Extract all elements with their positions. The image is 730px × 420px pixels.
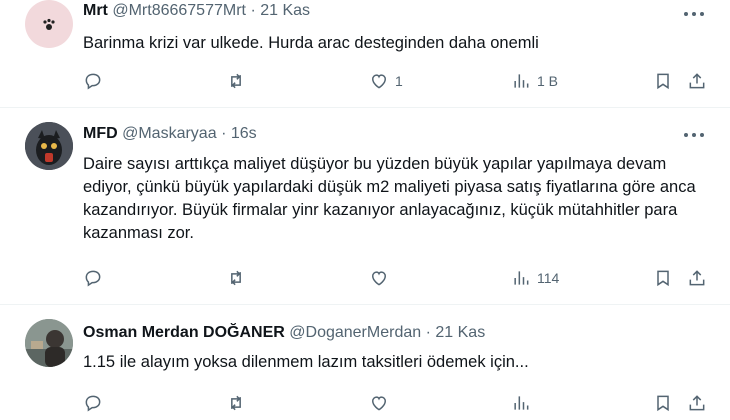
view-count: 114	[537, 270, 560, 286]
heart-icon	[371, 74, 387, 89]
share-button[interactable]	[687, 392, 707, 414]
action-bar: 1 1 B	[83, 70, 705, 92]
action-bar: 114	[83, 267, 705, 289]
reply-button[interactable]	[83, 70, 109, 92]
creature-avatar-image	[25, 122, 73, 170]
share-icon	[689, 73, 705, 89]
reply-icon	[85, 73, 101, 90]
bookmark-button[interactable]	[653, 392, 673, 414]
avatar[interactable]	[25, 319, 73, 367]
retweet-icon	[231, 73, 241, 89]
tweet[interactable]: Mrt @Mrt86667577Mrt · 21 Kas Barinma kri…	[0, 0, 730, 108]
display-name[interactable]: Mrt	[83, 2, 108, 19]
like-button[interactable]	[369, 392, 395, 414]
separator-dot: ·	[221, 125, 227, 142]
retweet-button[interactable]	[226, 70, 252, 92]
tweet-text: Daire sayısı arttıkça maliyet düşüyor bu…	[83, 155, 696, 242]
avatar[interactable]	[25, 122, 73, 170]
heart-icon	[371, 396, 387, 411]
user-handle[interactable]: @DoganerMerdan	[289, 324, 421, 341]
tweet-text: Barinma krizi var ulkede. Hurda arac des…	[83, 34, 539, 52]
tweet-text: 1.15 ile alayım yoksa dilenmem lazım tak…	[83, 353, 529, 371]
views-icon	[514, 271, 529, 285]
retweet-button[interactable]	[226, 267, 252, 289]
view-count: 1 B	[537, 73, 559, 89]
share-button[interactable]	[687, 70, 707, 92]
retweet-icon	[231, 270, 241, 286]
user-handle[interactable]: @Maskaryaa	[122, 125, 217, 142]
reply-icon	[85, 270, 101, 287]
display-name[interactable]: Osman Merdan DOĞANER	[83, 324, 285, 341]
avatar[interactable]	[25, 0, 73, 48]
reply-icon	[85, 395, 101, 412]
separator-dot: ·	[425, 324, 431, 341]
views-icon	[514, 74, 529, 88]
share-icon	[689, 270, 705, 286]
like-button[interactable]: 1	[369, 70, 403, 92]
heart-icon	[371, 271, 387, 286]
views-button[interactable]: 114	[511, 267, 559, 289]
retweet-button[interactable]	[226, 392, 252, 414]
reply-button[interactable]	[83, 267, 109, 289]
share-button[interactable]	[687, 267, 707, 289]
tweet[interactable]: MFD @Maskaryaa · 16s Daire sayısı arttık…	[0, 108, 730, 305]
like-count: 1	[395, 73, 403, 89]
bookmark-icon	[657, 395, 669, 412]
retweet-icon	[231, 395, 241, 411]
like-button[interactable]	[369, 267, 395, 289]
more-icon[interactable]	[684, 12, 706, 18]
reply-button[interactable]	[83, 392, 109, 414]
tweet[interactable]: Osman Merdan DOĞANER @DoganerMerdan · 21…	[0, 305, 730, 420]
display-name[interactable]: MFD	[83, 125, 118, 142]
user-handle[interactable]: @Mrt86667577Mrt	[112, 2, 246, 19]
timestamp[interactable]: 16s	[231, 125, 257, 142]
bookmark-button[interactable]	[653, 70, 673, 92]
share-icon	[689, 395, 705, 411]
timestamp[interactable]: 21 Kas	[435, 324, 485, 341]
tweet-header: Osman Merdan DOĞANER @DoganerMerdan · 21…	[83, 324, 485, 342]
views-button[interactable]	[511, 392, 537, 414]
bookmark-icon	[657, 73, 669, 90]
action-bar	[83, 392, 705, 414]
views-icon	[514, 396, 529, 410]
views-button[interactable]: 1 B	[511, 70, 558, 92]
tweet-header: Mrt @Mrt86667577Mrt · 21 Kas	[83, 2, 310, 20]
tweet-header: MFD @Maskaryaa · 16s	[83, 125, 257, 143]
bookmark-button[interactable]	[653, 267, 673, 289]
bookmark-icon	[657, 270, 669, 287]
paw-avatar-image	[43, 18, 55, 30]
timestamp[interactable]: 21 Kas	[260, 2, 310, 19]
more-icon[interactable]	[684, 133, 706, 139]
separator-dot: ·	[250, 2, 256, 19]
person-avatar-image	[25, 319, 73, 367]
